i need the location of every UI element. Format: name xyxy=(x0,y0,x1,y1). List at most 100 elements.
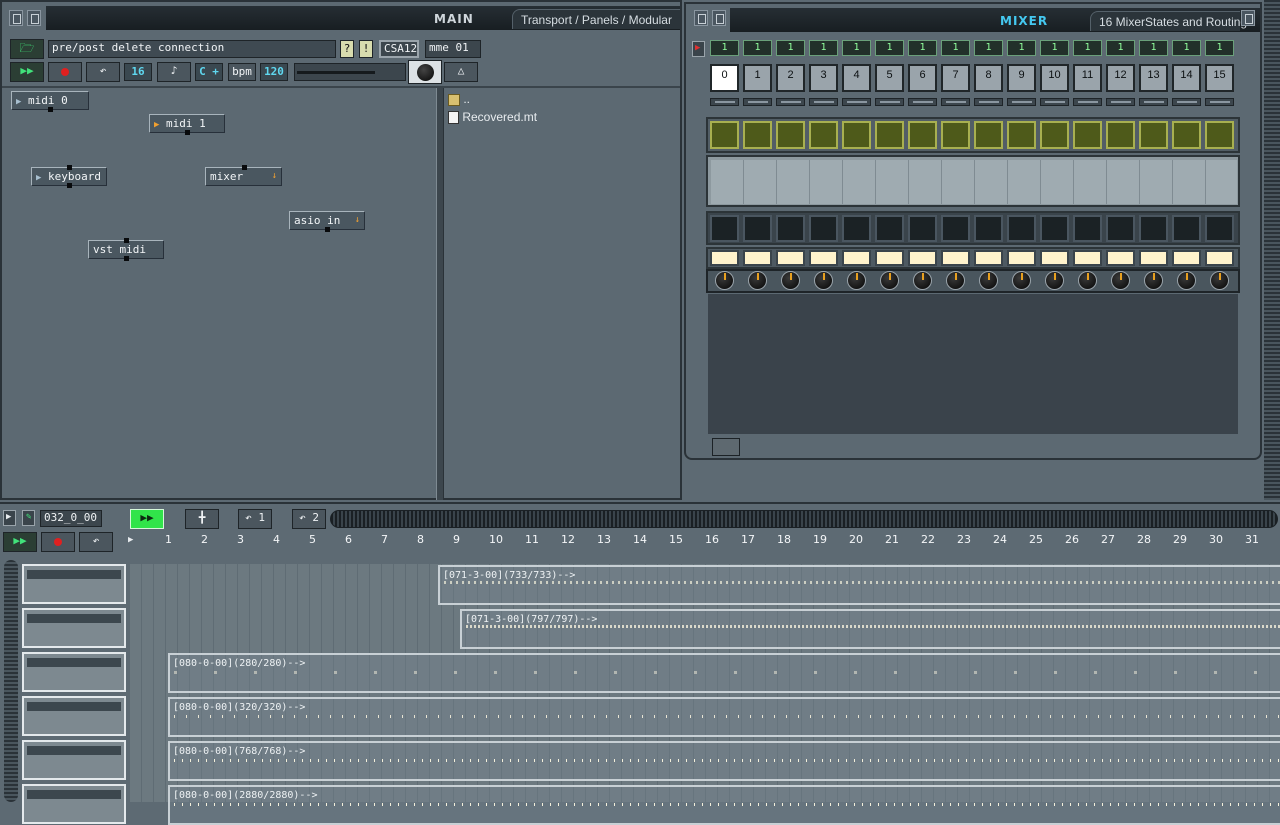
bpm-field[interactable]: 120 xyxy=(260,63,288,81)
channel-pan-knob[interactable] xyxy=(1078,271,1097,290)
note-button[interactable]: ♪ xyxy=(157,62,191,82)
ruler-bar-number[interactable]: 20 xyxy=(849,533,863,546)
ruler-bar-number[interactable]: 12 xyxy=(561,533,575,546)
channel-select-button[interactable]: 11 xyxy=(1073,64,1102,92)
ruler-bar-number[interactable]: 8 xyxy=(417,533,424,546)
channel-insert-slot[interactable] xyxy=(1139,121,1168,149)
sequence-clip[interactable]: [071-3-00](733/733)--> xyxy=(438,565,1280,605)
help-button[interactable]: ? xyxy=(340,40,354,58)
channel-select-button[interactable]: 3 xyxy=(809,64,838,92)
snap-button[interactable]: ╋ xyxy=(185,509,219,529)
channel-insert-slot[interactable] xyxy=(710,121,739,149)
modular-canvas[interactable]: ▶ midi 0 ▶ midi 1 ▶ keyboard mixer ↓ asi… xyxy=(4,88,436,500)
channel-mute-button[interactable] xyxy=(1205,215,1234,242)
channel-insert-slot[interactable] xyxy=(1205,121,1234,149)
channel-output-number[interactable]: 1 xyxy=(809,40,838,56)
channel-mute-button[interactable] xyxy=(809,215,838,242)
mixer-tab[interactable]: 16 MixerStates and Routing xyxy=(1090,11,1247,31)
channel-insert-slot[interactable] xyxy=(842,121,871,149)
channel-insert-slot[interactable] xyxy=(974,121,1003,149)
loop-button[interactable]: ↶ xyxy=(86,62,120,82)
channel-output-number[interactable]: 1 xyxy=(1106,40,1135,56)
channel-solo-button[interactable] xyxy=(776,250,805,266)
open-folder-button[interactable]: 🗁 xyxy=(10,39,44,59)
ruler-bar-number[interactable]: 16 xyxy=(705,533,719,546)
channel-select-button[interactable]: 4 xyxy=(842,64,871,92)
channel-output-number[interactable]: 1 xyxy=(1172,40,1201,56)
channel-output-number[interactable]: 1 xyxy=(743,40,772,56)
playhead-marker[interactable]: ▶ xyxy=(128,535,133,545)
sequence-clip[interactable]: [080-0-00](280/280)--> xyxy=(168,653,1280,693)
node-keyboard[interactable]: ▶ keyboard xyxy=(31,165,107,188)
node-mixer[interactable]: mixer ↓ xyxy=(205,165,282,186)
channel-solo-button[interactable] xyxy=(1106,250,1135,266)
file-row-recovered[interactable]: Recovered.mt xyxy=(448,110,537,126)
channel-mute-button[interactable] xyxy=(710,215,739,242)
window-pin-icon[interactable] xyxy=(9,10,23,26)
seq-play-button[interactable]: ▶▶ xyxy=(3,532,37,552)
node-output-pin[interactable] xyxy=(325,227,330,232)
channel-output-number[interactable]: 1 xyxy=(710,40,739,56)
channel-solo-button[interactable] xyxy=(743,250,772,266)
seq-scrollbar[interactable] xyxy=(330,510,1278,528)
channel-solo-button[interactable] xyxy=(809,250,838,266)
node-output-pin[interactable] xyxy=(124,256,129,261)
ruler-bar-number[interactable]: 30 xyxy=(1209,533,1223,546)
channel-select-button[interactable]: 9 xyxy=(1007,64,1036,92)
ruler-bar-number[interactable]: 6 xyxy=(345,533,352,546)
channel-pan-knob[interactable] xyxy=(748,271,767,290)
channel-insert-slot[interactable] xyxy=(908,121,937,149)
channel-insert-slot[interactable] xyxy=(1106,121,1135,149)
mixer-next-icon[interactable] xyxy=(1241,10,1255,26)
node-input-pin[interactable] xyxy=(124,238,129,243)
ruler-bar-number[interactable]: 7 xyxy=(381,533,388,546)
channel-output-number[interactable]: 1 xyxy=(1205,40,1234,56)
track-header[interactable] xyxy=(22,652,126,692)
ruler-bar-number[interactable]: 24 xyxy=(993,533,1007,546)
sequence-clip[interactable]: [080-0-00](2880/2880)--> xyxy=(168,785,1280,825)
seq-loop-button[interactable]: ↶ xyxy=(79,532,113,552)
metronome-button[interactable]: △ xyxy=(444,62,478,82)
channel-solo-button[interactable] xyxy=(1205,250,1234,266)
track-header[interactable] xyxy=(22,784,126,824)
channel-insert-slot[interactable] xyxy=(809,121,838,149)
device-selector[interactable]: CSA12 xyxy=(379,40,419,58)
channel-solo-button[interactable] xyxy=(1172,250,1201,266)
channel-mute-button[interactable] xyxy=(1106,215,1135,242)
node-midi-1[interactable]: ▶ midi 1 xyxy=(149,114,225,135)
key-selector[interactable]: C + xyxy=(195,63,223,81)
ruler-bar-number[interactable]: 22 xyxy=(921,533,935,546)
ruler-bar-number[interactable]: 4 xyxy=(273,533,280,546)
ruler-bar-number[interactable]: 26 xyxy=(1065,533,1079,546)
ruler-bar-number[interactable]: 25 xyxy=(1029,533,1043,546)
channel-solo-button[interactable] xyxy=(974,250,1003,266)
channel-output-number[interactable]: 1 xyxy=(875,40,904,56)
ruler-bar-number[interactable]: 28 xyxy=(1137,533,1151,546)
channel-select-button[interactable]: 7 xyxy=(941,64,970,92)
ruler-bar-number[interactable]: 31 xyxy=(1245,533,1259,546)
track-list-scroll[interactable] xyxy=(4,560,18,802)
channel-pan-knob[interactable] xyxy=(979,271,998,290)
ruler-bar-number[interactable]: 19 xyxy=(813,533,827,546)
loop1-button[interactable]: ↶ 1 xyxy=(238,509,272,529)
steps-field[interactable]: 16 xyxy=(124,63,152,81)
right-scrollbar[interactable] xyxy=(1264,0,1280,500)
node-output-pin[interactable] xyxy=(67,183,72,188)
channel-pan-knob[interactable] xyxy=(913,271,932,290)
ruler-bar-number[interactable]: 14 xyxy=(633,533,647,546)
mixer-rec-button[interactable]: ▶ xyxy=(692,41,705,57)
ruler-bar-number[interactable]: 2 xyxy=(201,533,208,546)
channel-select-button[interactable]: 13 xyxy=(1139,64,1168,92)
record-button[interactable] xyxy=(48,62,82,82)
track-header[interactable] xyxy=(22,608,126,648)
loop2-button[interactable]: ↶ 2 xyxy=(292,509,326,529)
ruler-bar-number[interactable]: 23 xyxy=(957,533,971,546)
channel-select-button[interactable]: 2 xyxy=(776,64,805,92)
channel-pan-knob[interactable] xyxy=(814,271,833,290)
node-input-pin[interactable] xyxy=(241,165,247,170)
channel-mute-button[interactable] xyxy=(974,215,1003,242)
node-output-pin[interactable] xyxy=(185,130,190,135)
channel-pan-knob[interactable] xyxy=(781,271,800,290)
channel-pan-knob[interactable] xyxy=(1177,271,1196,290)
channel-pan-knob[interactable] xyxy=(880,271,899,290)
